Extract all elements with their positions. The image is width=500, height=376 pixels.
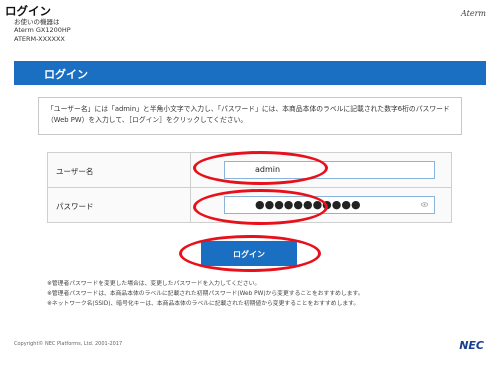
username-row: ユーザー名 admin: [48, 153, 451, 188]
password-input[interactable]: ●●●●●●●●●●●: [224, 196, 435, 214]
copyright-text: Copyright© NEC Platforms, Ltd. 2001-2017: [14, 341, 123, 347]
aterm-logo: Aterm: [461, 9, 486, 18]
eye-icon[interactable]: [421, 201, 428, 208]
login-button[interactable]: ログイン: [201, 241, 297, 266]
page-title: ログイン: [5, 4, 51, 18]
login-form: ユーザー名 admin パスワード ●●●●●●●●●●●: [47, 152, 452, 223]
password-label: パスワード: [56, 202, 94, 211]
username-input[interactable]: admin: [224, 161, 435, 179]
section-title: ログイン: [44, 68, 88, 81]
login-instructions: 「ユーザー名」には「admin」と半角小文字で入力し、「パスワード」には、本商品…: [38, 97, 462, 135]
username-label: ユーザー名: [56, 167, 94, 176]
device-ssid: ATERM-XXXXXX: [14, 35, 65, 43]
device-model: Aterm GX1200HP: [14, 26, 71, 34]
row-divider: [190, 153, 191, 187]
section-title-bar: ログイン: [14, 61, 486, 85]
device-label: お使いの機器は: [14, 18, 60, 26]
password-mask: ●●●●●●●●●●●: [255, 198, 361, 211]
note-line: ※ネットワーク名(SSID)、暗号化キーは、本商品本体のラベルに記載された初期値…: [47, 301, 360, 307]
row-divider: [190, 188, 191, 222]
note-line: ※管理者パスワードは、本商品本体のラベルに記載された初期パスワード(Web PW…: [47, 291, 364, 297]
password-row: パスワード ●●●●●●●●●●●: [48, 188, 451, 222]
nec-logo: NEC: [459, 339, 484, 352]
note-line: ※管理者パスワードを変更した場合は、変更したパスワードを入力してください。: [47, 281, 261, 287]
